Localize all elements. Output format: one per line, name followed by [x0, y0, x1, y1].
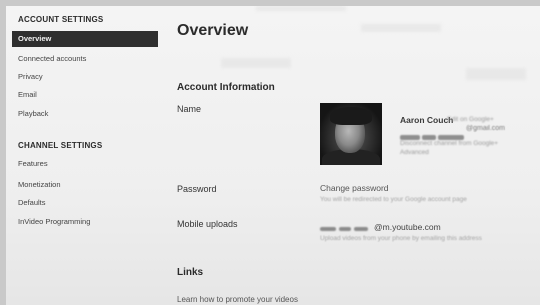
name-label: Name: [177, 104, 202, 114]
account-email: @gmail.com: [400, 125, 526, 140]
sidebar-item-features[interactable]: Features: [12, 156, 158, 171]
password-hint: You will be redirected to your Google ac…: [320, 196, 467, 203]
change-password-link[interactable]: Change password: [320, 183, 389, 193]
sidebar-item-playback[interactable]: Playback: [12, 106, 158, 121]
main-content: Overview Account Information Name Aaron …: [176, 6, 540, 305]
sidebar-item-invideo-programming[interactable]: InVideo Programming: [12, 214, 158, 229]
avatar[interactable]: [320, 103, 382, 165]
avatar-hair: [330, 107, 372, 125]
email-domain: @gmail.com: [466, 125, 506, 132]
sidebar-item-overview[interactable]: Overview: [12, 31, 158, 47]
redacted-text: [354, 227, 368, 231]
mobile-upload-address-redacted: [320, 226, 372, 232]
mobile-uploads-label: Mobile uploads: [177, 219, 238, 229]
edit-on-google-link[interactable]: Edit on Google+: [447, 116, 494, 123]
redacted-text: [339, 227, 351, 231]
account-settings-heading: ACCOUNT SETTINGS: [18, 15, 104, 24]
mobile-upload-address: @m.youtube.com: [374, 222, 441, 232]
links-heading: Links: [177, 267, 204, 278]
sidebar-item-email[interactable]: Email: [12, 87, 158, 102]
account-information-heading: Account Information: [177, 82, 275, 93]
channel-settings-heading: CHANNEL SETTINGS: [18, 141, 103, 150]
page-title: Overview: [177, 22, 249, 39]
sidebar-item-monetization[interactable]: Monetization: [12, 177, 158, 192]
promote-videos-link[interactable]: Learn how to promote your videos: [177, 295, 298, 304]
screen: ACCOUNT SETTINGS Overview Connected acco…: [6, 6, 540, 305]
user-name: Aaron Couch: [400, 115, 454, 125]
disconnect-link[interactable]: Disconnect channel from Google+: [400, 139, 528, 148]
sidebar-item-privacy[interactable]: Privacy: [12, 69, 158, 84]
sidebar-item-defaults[interactable]: Defaults: [12, 195, 158, 210]
channel-links: Disconnect channel from Google+ Advanced: [400, 139, 528, 157]
sidebar: ACCOUNT SETTINGS Overview Connected acco…: [6, 6, 162, 305]
sidebar-item-connected-accounts[interactable]: Connected accounts: [12, 51, 158, 66]
advanced-link[interactable]: Advanced: [400, 148, 528, 157]
mobile-hint: Upload videos from your phone by emailin…: [320, 235, 482, 242]
password-label: Password: [177, 184, 217, 194]
redacted-text: [320, 227, 336, 231]
